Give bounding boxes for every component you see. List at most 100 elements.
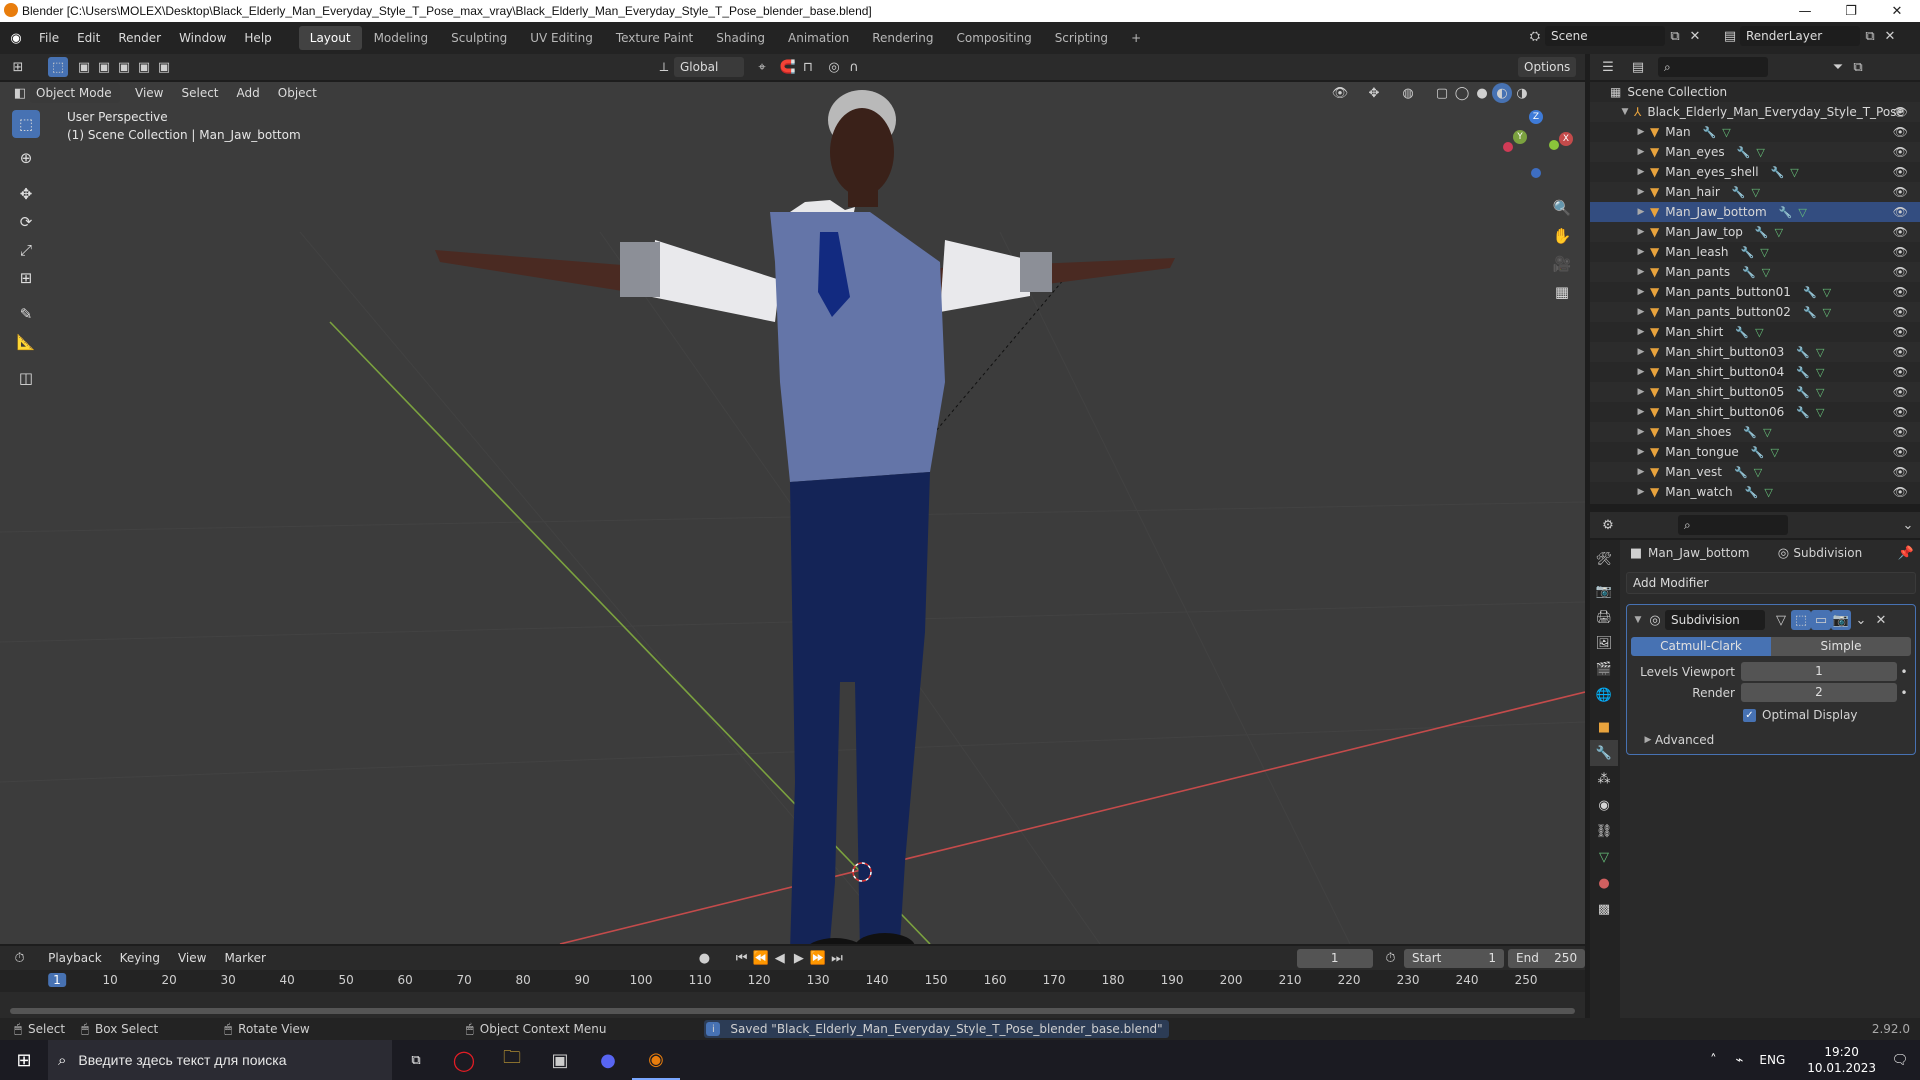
- falloff-icon[interactable]: ∩: [844, 57, 864, 77]
- expand-arrow-icon[interactable]: ▼: [1618, 107, 1632, 117]
- viewport-menu-view[interactable]: View: [126, 86, 172, 100]
- visibility-eye-icon[interactable]: 👁: [1893, 365, 1908, 379]
- modifier-wrench-icon[interactable]: 🔧: [1734, 466, 1748, 479]
- visibility-eye-icon[interactable]: 👁: [1893, 345, 1908, 359]
- expand-arrow-icon[interactable]: ▶: [1634, 407, 1648, 417]
- gizmo-neg-x[interactable]: [1503, 142, 1513, 152]
- mesh-data-icon[interactable]: ▽: [1756, 146, 1764, 159]
- expand-arrow-icon[interactable]: ▶: [1634, 247, 1648, 257]
- select-tool-icon[interactable]: ⬚: [48, 57, 68, 77]
- opera-icon[interactable]: ◯: [440, 1040, 488, 1080]
- levels-viewport-field[interactable]: 1: [1741, 662, 1897, 681]
- expand-arrow-icon[interactable]: ▶: [1634, 167, 1648, 177]
- view-layer-icon[interactable]: ▤: [1720, 26, 1740, 46]
- visibility-eye-icon[interactable]: 👁: [1893, 445, 1908, 459]
- add-cube-tool[interactable]: ◫: [12, 364, 40, 392]
- mesh-data-icon[interactable]: ▽: [1763, 426, 1771, 439]
- timeline-editor-icon[interactable]: ⏱: [10, 948, 29, 968]
- catmull-clark-button[interactable]: Catmull-Clark: [1631, 637, 1771, 656]
- visibility-eye-icon[interactable]: 👁: [1893, 465, 1908, 479]
- timeline-menu-keying[interactable]: Keying: [111, 951, 169, 965]
- move-tool[interactable]: ✥: [12, 180, 40, 208]
- visibility-eye-icon[interactable]: 👁: [1893, 265, 1908, 279]
- prev-keyframe-icon[interactable]: ⏪: [751, 948, 770, 968]
- windows-start-icon[interactable]: ⊞: [0, 1040, 48, 1080]
- outliner-object-row[interactable]: ▶ ▼ Man_eyes_shell 🔧 ▽ 👁: [1590, 162, 1920, 182]
- constraints-tab-icon[interactable]: ⛓: [1590, 818, 1618, 844]
- properties-search-input[interactable]: ⌕: [1678, 515, 1788, 535]
- outliner-editor-icon[interactable]: ☰: [1598, 57, 1618, 77]
- camera-view-icon[interactable]: 🎥: [1548, 250, 1576, 278]
- outliner-object-row[interactable]: ▶ ▼ Man_eyes 🔧 ▽ 👁: [1590, 142, 1920, 162]
- remove-modifier-icon[interactable]: ✕: [1871, 610, 1891, 630]
- modifier-menu-icon[interactable]: ⌄: [1851, 610, 1871, 630]
- clock[interactable]: 19:20 10.01.2023: [1807, 1044, 1876, 1076]
- scene-field[interactable]: Scene: [1545, 26, 1665, 46]
- expand-arrow-icon[interactable]: ▶: [1634, 127, 1648, 137]
- modifier-wrench-icon[interactable]: 🔧: [1779, 206, 1793, 219]
- levels-keyframe-icon[interactable]: •: [1897, 665, 1911, 679]
- mesh-data-icon[interactable]: ▽: [1816, 406, 1824, 419]
- filter-icon[interactable]: ⏷: [1828, 57, 1848, 77]
- outliner-object-row[interactable]: ▶ ▼ Man_Jaw_bottom 🔧 ▽ 👁: [1590, 202, 1920, 222]
- mesh-data-icon[interactable]: ▽: [1771, 446, 1779, 459]
- advanced-subpanel[interactable]: ▶ Advanced: [1631, 730, 1911, 750]
- select-mode-subtract-icon[interactable]: ▣: [114, 57, 134, 77]
- display-mode-icon[interactable]: ▤: [1628, 57, 1648, 77]
- mesh-data-icon[interactable]: ▽: [1754, 466, 1762, 479]
- scene-icon[interactable]: ⛭: [1525, 26, 1545, 46]
- outliner-object-row[interactable]: ▶ ▼ Man_pants_button02 🔧 ▽ 👁: [1590, 302, 1920, 322]
- render-keyframe-icon[interactable]: •: [1897, 686, 1911, 700]
- viewport-toggle-icon[interactable]: ▭: [1811, 610, 1831, 630]
- modifier-wrench-icon[interactable]: 🔧: [1732, 186, 1746, 199]
- solid-shading-icon[interactable]: ●: [1472, 83, 1492, 103]
- mesh-data-icon[interactable]: ▽: [1823, 306, 1831, 319]
- menu-render[interactable]: Render: [109, 31, 170, 45]
- tab-texture-paint[interactable]: Texture Paint: [605, 26, 704, 50]
- maximize-button[interactable]: ❐: [1828, 0, 1874, 22]
- new-collection-icon[interactable]: ⧉: [1848, 57, 1868, 77]
- render-toggle-icon[interactable]: 📷: [1831, 610, 1851, 630]
- expand-arrow-icon[interactable]: ▶: [1634, 487, 1648, 497]
- visibility-eye-icon[interactable]: 👁: [1893, 225, 1908, 239]
- navigation-gizmo[interactable]: Z X Y: [1495, 110, 1575, 180]
- tab-scripting[interactable]: Scripting: [1044, 26, 1119, 50]
- visibility-eye-icon[interactable]: 👁: [1893, 305, 1908, 319]
- visibility-eye-icon[interactable]: 👁: [1893, 405, 1908, 419]
- object-tab-icon[interactable]: ■: [1590, 714, 1618, 740]
- measure-tool[interactable]: 📐: [12, 328, 40, 356]
- viewport-menu-add[interactable]: Add: [228, 86, 269, 100]
- overlay-icon[interactable]: ◍: [1398, 83, 1418, 103]
- expand-arrow-icon[interactable]: ▶: [1634, 367, 1648, 377]
- gizmo-x-axis[interactable]: X: [1559, 132, 1573, 146]
- delete-layer-icon[interactable]: ✕: [1880, 26, 1900, 46]
- pivot-icon[interactable]: ⌖: [752, 57, 772, 77]
- view-layer-field[interactable]: RenderLayer: [1740, 26, 1860, 46]
- modifier-wrench-icon[interactable]: 🔧: [1742, 266, 1756, 279]
- gizmo-neg-z[interactable]: [1531, 168, 1541, 178]
- expand-arrow-icon[interactable]: ▶: [1634, 267, 1648, 277]
- add-workspace-button[interactable]: +: [1120, 26, 1152, 50]
- outliner-object-row[interactable]: ▶ ▼ Man_watch 🔧 ▽ 👁: [1590, 482, 1920, 502]
- mesh-data-icon[interactable]: ▽: [1798, 206, 1806, 219]
- gizmo-z-axis[interactable]: Z: [1529, 110, 1543, 124]
- object-mode-dropdown[interactable]: Object Mode: [30, 83, 120, 103]
- discord-icon[interactable]: ●: [584, 1040, 632, 1080]
- modifier-wrench-icon[interactable]: 🔧: [1796, 406, 1810, 419]
- modifier-wrench-icon[interactable]: 🔧: [1755, 226, 1769, 239]
- mesh-data-icon[interactable]: ▽: [1775, 226, 1783, 239]
- zoom-icon[interactable]: 🔍: [1548, 194, 1576, 222]
- mesh-data-icon[interactable]: ▽: [1760, 246, 1768, 259]
- tab-shading[interactable]: Shading: [705, 26, 776, 50]
- object-mode-icon[interactable]: ◧: [10, 83, 30, 103]
- minimize-button[interactable]: —: [1782, 0, 1828, 22]
- character-model[interactable]: [435, 90, 1175, 944]
- current-frame-field[interactable]: 1: [1296, 948, 1373, 968]
- modifier-wrench-icon[interactable]: 🔧: [1745, 486, 1759, 499]
- modifier-wrench-icon[interactable]: 🔧: [1803, 286, 1817, 299]
- expand-arrow-icon[interactable]: ▶: [1634, 387, 1648, 397]
- mesh-data-icon[interactable]: ▽: [1762, 266, 1770, 279]
- expand-arrow-icon[interactable]: ▶: [1634, 347, 1648, 357]
- mesh-data-icon[interactable]: ▽: [1790, 166, 1798, 179]
- tab-modeling[interactable]: Modeling: [363, 26, 440, 50]
